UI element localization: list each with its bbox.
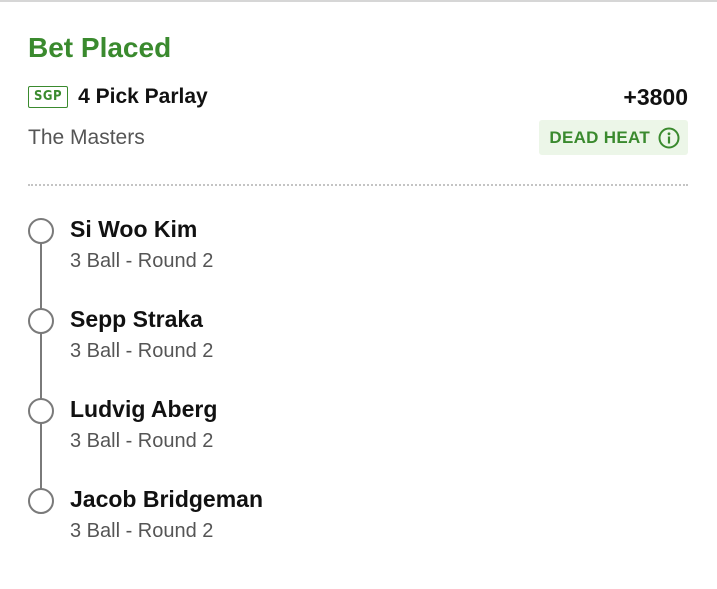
event-row: The Masters DEAD HEAT [28, 120, 688, 156]
leg-status-circle-icon [28, 308, 54, 334]
leg-player-name: Jacob Bridgeman [70, 486, 263, 512]
leg-market: 3 Ball - Round 2 [70, 430, 214, 452]
dead-heat-badge[interactable]: DEAD HEAT [539, 120, 688, 155]
bet-status: Bet Placed [28, 32, 172, 63]
dotted-divider [28, 184, 688, 186]
parlay-leg: Jacob Bridgeman 3 Ball - Round 2 [28, 480, 688, 550]
parlay-leg: Ludvig Aberg 3 Ball - Round 2 [28, 390, 688, 460]
bet-type: 4 Pick Parlay [78, 85, 208, 108]
leg-market: 3 Ball - Round 2 [70, 250, 214, 272]
bet-odds: +3800 [623, 84, 688, 110]
leg-status-circle-icon [28, 398, 54, 424]
leg-market: 3 Ball - Round 2 [70, 340, 214, 362]
leg-status-circle-icon [28, 488, 54, 514]
leg-player-name: Sepp Straka [70, 306, 203, 332]
bet-summary-row: SGP 4 Pick Parlay +3800 [28, 82, 688, 112]
leg-player-name: Ludvig Aberg [70, 396, 218, 422]
parlay-leg: Sepp Straka 3 Ball - Round 2 [28, 300, 688, 370]
leg-status-circle-icon [28, 218, 54, 244]
dead-heat-label: DEAD HEAT [549, 127, 650, 147]
sgp-badge: SGP [28, 86, 69, 108]
parlay-leg: Si Woo Kim 3 Ball - Round 2 [28, 210, 688, 280]
bet-card[interactable]: Bet Placed SGP 4 Pick Parlay +3800 The M… [28, 0, 688, 589]
event-name: The Masters [28, 126, 145, 149]
leg-market: 3 Ball - Round 2 [70, 520, 214, 542]
info-circle-icon[interactable] [658, 127, 680, 149]
leg-player-name: Si Woo Kim [70, 216, 198, 242]
